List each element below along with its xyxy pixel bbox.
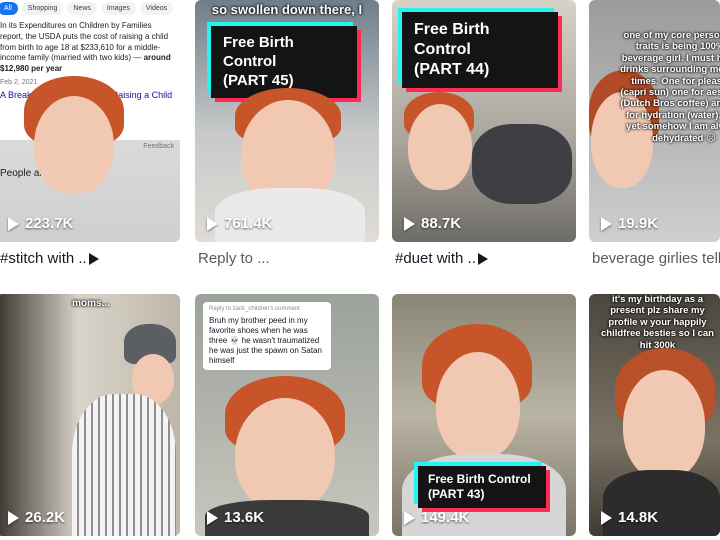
video-caption-3[interactable]: #duet with .. — [395, 248, 575, 270]
video-overlay-text: one of my core personality traits is bei… — [620, 30, 720, 144]
person-face — [623, 370, 705, 480]
video-overlay-text: it's my birthday as a present plz share … — [601, 294, 714, 351]
play-icon — [207, 216, 218, 231]
reply-text: Bruh my brother peed in my favorite shoe… — [209, 315, 322, 365]
video-tile-4[interactable]: one of my core personality traits is bei… — [589, 0, 720, 242]
video-tile-8[interactable]: it's my birthday as a present plz share … — [589, 294, 720, 536]
video-caption-2[interactable]: Reply to ... — [198, 248, 378, 270]
free-birth-control-box: Free Birth Control (PART 43) — [418, 466, 546, 508]
play-icon — [404, 216, 415, 231]
play-icon — [8, 510, 19, 525]
google-tabs: All Shopping News Images Videos — [0, 0, 180, 19]
video-tile-6[interactable]: Reply to zack_children's comment Bruh my… — [195, 294, 379, 536]
google-tab: Images — [100, 2, 136, 15]
reply-comment-bubble: Reply to zack_children's comment Bruh my… — [203, 302, 331, 370]
reply-author: Reply to zack_children's comment — [209, 306, 300, 312]
google-snippet: In its Expenditures on Children by Famil… — [0, 21, 171, 74]
view-count: 14.8K — [601, 509, 658, 526]
play-icon — [477, 253, 488, 266]
video-tile-2[interactable]: so swollen down there, I Free Birth Cont… — [195, 0, 379, 242]
video-overlay-text: moms... — [72, 298, 110, 309]
video-top-text: so swollen down there, I — [211, 2, 363, 17]
video-caption-4[interactable]: beverage girlies tell — [592, 248, 720, 270]
view-count: 26.2K — [8, 509, 65, 526]
google-tab: Shopping — [21, 2, 64, 15]
play-icon — [88, 253, 99, 266]
video-tile-1[interactable]: All Shopping News Images Videos In its E… — [0, 0, 180, 242]
play-icon — [404, 510, 415, 525]
view-count: 19.9K — [601, 215, 658, 232]
play-icon — [8, 216, 19, 231]
free-birth-control-box: Free Birth Control (PART 44) — [402, 12, 558, 88]
person-face — [408, 104, 472, 190]
person-shirt — [72, 394, 176, 536]
video-tile-5[interactable]: moms... 26.2K — [0, 294, 180, 536]
view-count: 223.7K — [8, 215, 73, 232]
view-count: 88.7K — [404, 215, 461, 232]
person-face — [436, 352, 520, 460]
google-feedback: Feedback — [143, 143, 174, 150]
view-count: 149.4K — [404, 509, 469, 526]
google-tab: News — [67, 2, 97, 15]
google-tab: All — [0, 2, 18, 15]
person-shirt — [603, 470, 720, 536]
person-face — [235, 398, 335, 512]
view-count: 761.4K — [207, 215, 272, 232]
dark-object — [472, 124, 572, 204]
play-icon — [601, 216, 612, 231]
person-face — [34, 96, 114, 194]
video-tile-7[interactable]: Free Birth Control (PART 43) 149.4K — [392, 294, 576, 536]
view-count: 13.6K — [207, 509, 264, 526]
video-tile-3[interactable]: Free Birth Control (PART 44) 88.7K — [392, 0, 576, 242]
play-icon — [601, 510, 612, 525]
video-caption-1[interactable]: #stitch with .. — [0, 248, 180, 270]
google-tab: Videos — [139, 2, 174, 15]
play-icon — [207, 510, 218, 525]
